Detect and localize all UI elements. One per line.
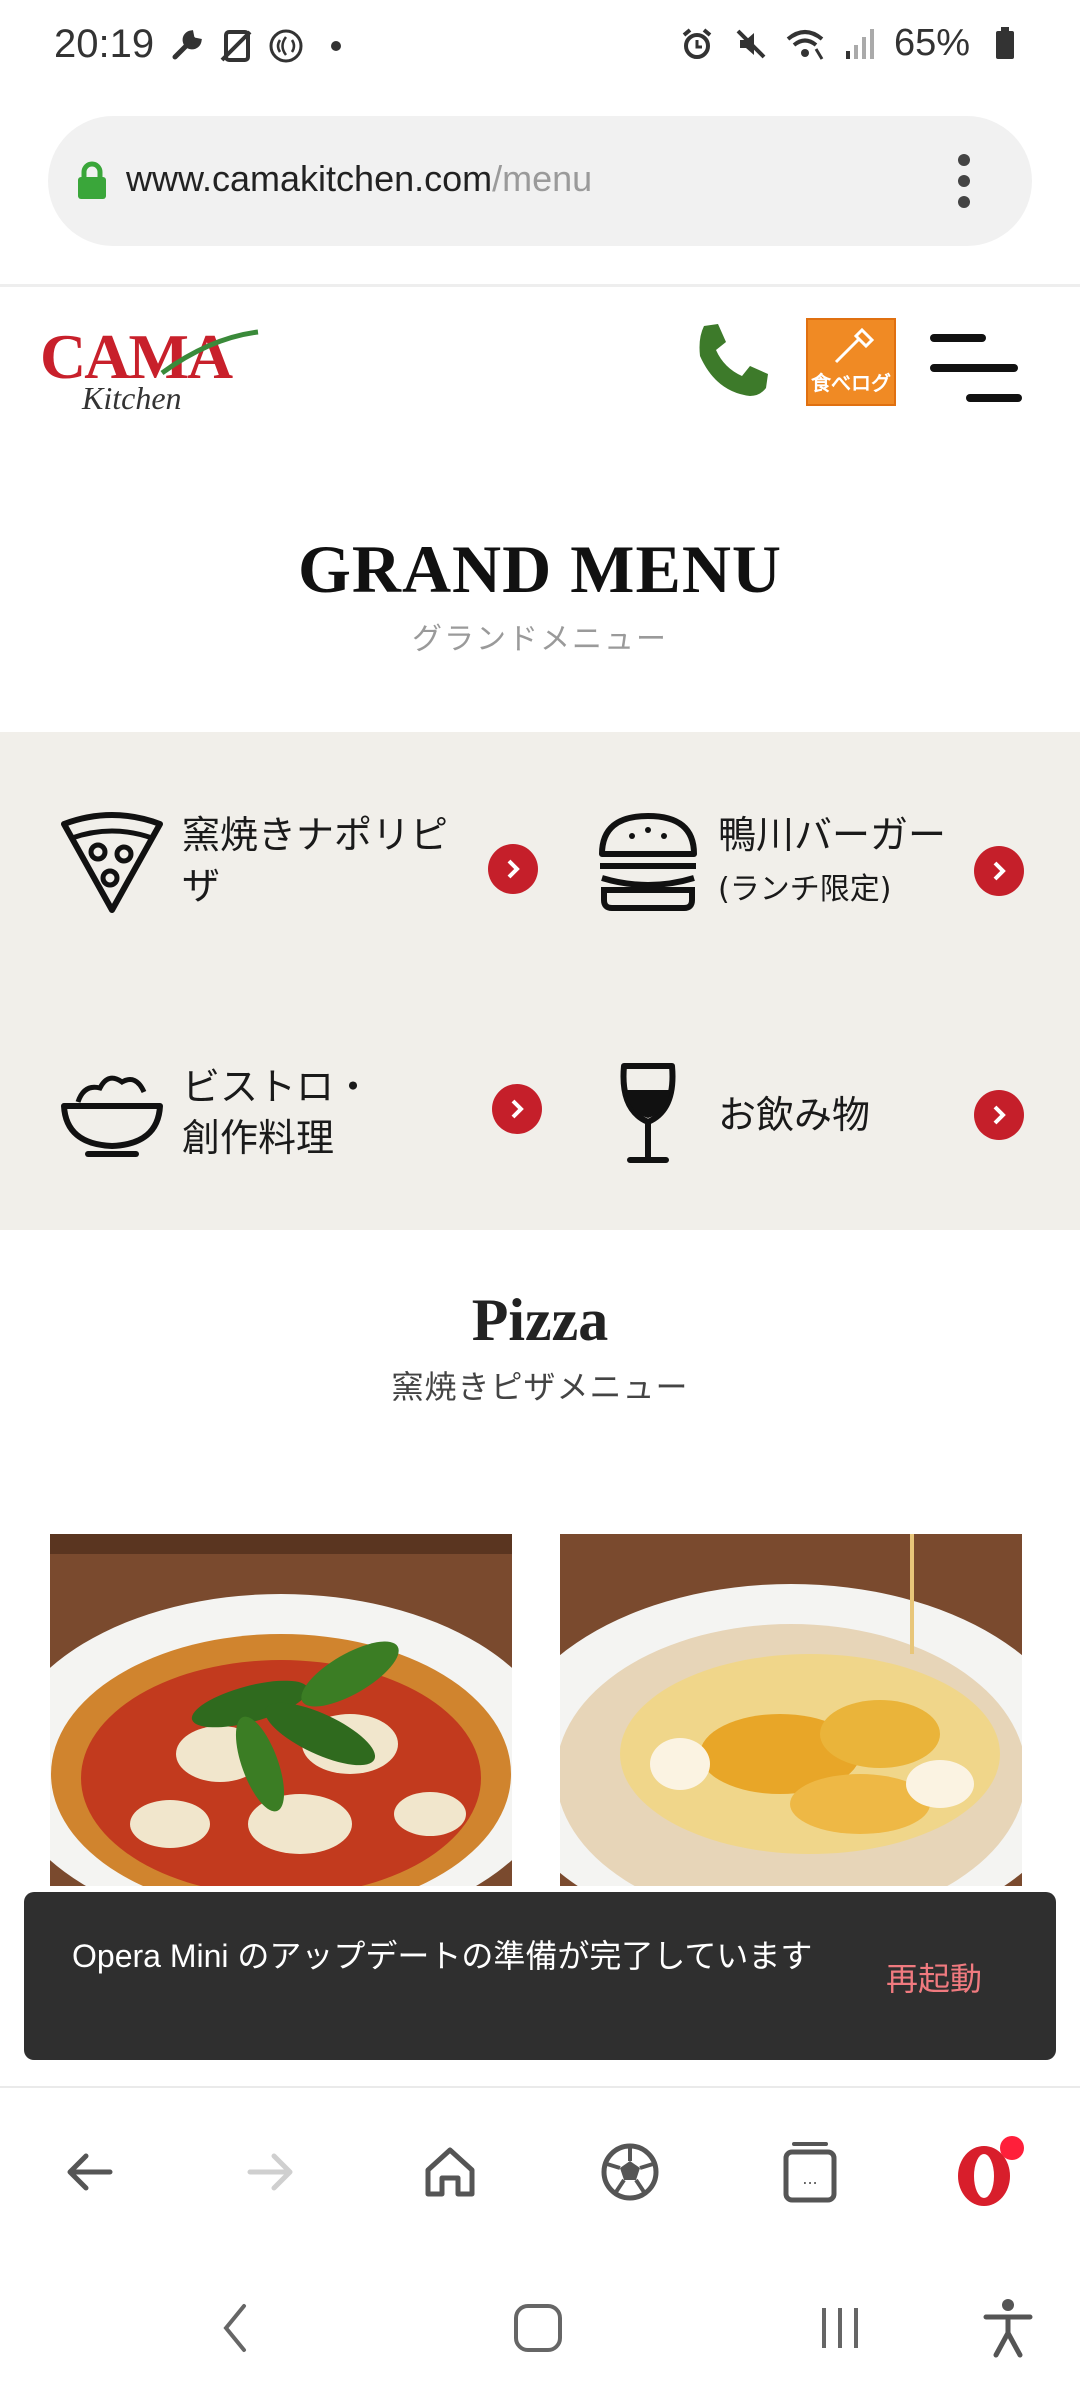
category-drinks[interactable]: お飲み物 <box>594 1040 1080 1200</box>
site-header: CAMA Kitchen 食べログ <box>0 290 1080 440</box>
home-icon[interactable] <box>410 2132 490 2212</box>
signal-icon <box>840 24 878 64</box>
status-left-icons <box>166 26 356 66</box>
nav-back-icon[interactable] <box>196 2288 276 2368</box>
hamburger-menu-icon[interactable] <box>930 330 1022 404</box>
burger-icon <box>599 813 697 911</box>
soccer-ball-icon[interactable] <box>590 2132 670 2212</box>
status-bar: 20:19 65% <box>0 0 1080 100</box>
category-grid: 窯焼きナポリピ ザ 鴨川バーガー (ランチ限定) ビストロ・ 創作料理 お飲み物 <box>0 732 1080 1230</box>
logo[interactable]: CAMA Kitchen <box>40 320 259 420</box>
nav-home-icon[interactable] <box>498 2288 578 2368</box>
back-icon[interactable] <box>50 2132 130 2212</box>
category-burger[interactable]: 鴨川バーガー (ランチ限定) <box>594 788 1080 948</box>
category-label: 鴨川バーガー (ランチ限定) <box>718 813 947 908</box>
battery-percent: 65% <box>893 22 970 64</box>
chevron-right-icon[interactable] <box>488 844 538 894</box>
category-bistro[interactable]: ビストロ・ 創作料理 <box>58 1040 578 1200</box>
mute-icon <box>732 24 770 64</box>
salad-bowl-icon <box>61 1075 163 1157</box>
url-text[interactable]: www.camakitchen.com/menu <box>126 158 592 200</box>
tabelog-label: 食べログ <box>811 371 891 395</box>
logo-kitchen-text: Kitchen <box>82 380 182 416</box>
update-toast: Opera Mini のアップデートの準備が完了しています 再起動 <box>24 1892 1056 2060</box>
page-title: GRAND MENU <box>297 531 783 607</box>
battery-icon <box>986 24 1024 64</box>
alarm-icon <box>678 24 716 64</box>
nfc-icon <box>266 26 306 66</box>
section-title: Pizza <box>471 1287 609 1353</box>
wrench-icon <box>166 26 206 66</box>
logo-swoosh <box>160 329 259 376</box>
tabs-icon[interactable]: ... <box>770 2132 850 2212</box>
phone-button[interactable] <box>690 320 772 402</box>
pizza-quattro-formaggi-image[interactable] <box>560 1534 1022 1886</box>
url-path: /menu <box>492 158 593 199</box>
svg-text:...: ... <box>802 2169 817 2188</box>
url-domain: www.camakitchen.com <box>126 158 493 199</box>
page-subtitle: グランドメニュー <box>412 622 668 657</box>
chevron-right-icon[interactable] <box>974 846 1024 896</box>
status-right-icons: 65% <box>678 22 1024 65</box>
tabelog-button[interactable]: 食べログ <box>806 318 896 406</box>
category-label: 窯焼きナポリピ ザ <box>182 813 449 909</box>
forward-icon[interactable] <box>230 2132 310 2212</box>
lock-icon <box>78 161 106 199</box>
no-sim-icon <box>216 26 256 66</box>
address-bar[interactable]: www.camakitchen.com/menu <box>48 116 1032 246</box>
opera-icon[interactable] <box>950 2132 1030 2212</box>
wifi-icon <box>786 24 824 64</box>
chevron-right-icon[interactable] <box>492 1084 542 1134</box>
restart-button[interactable]: 再起動 <box>886 1954 982 2000</box>
phone-icon <box>699 324 768 396</box>
category-pizza[interactable]: 窯焼きナポリピ ザ <box>58 788 578 948</box>
status-time: 20:19 <box>54 22 155 66</box>
browser-toolbar: ... <box>0 2088 1080 2258</box>
category-label: お飲み物 <box>718 1093 871 1137</box>
pizza-slice-icon <box>61 812 163 913</box>
wine-glass-icon <box>620 1063 676 1163</box>
dot-icon <box>316 26 356 66</box>
more-options-icon[interactable] <box>956 154 972 208</box>
pizza-margherita-image[interactable] <box>50 1534 512 1886</box>
system-nav-bar <box>0 2258 1080 2400</box>
tabelog-icon <box>834 327 875 364</box>
section-subtitle: 窯焼きピザメニュー <box>391 1368 689 1406</box>
divider <box>0 284 1080 287</box>
chevron-right-icon[interactable] <box>974 1090 1024 1140</box>
accessibility-icon[interactable] <box>968 2288 1048 2368</box>
category-label: ビストロ・ 創作料理 <box>182 1065 373 1161</box>
nav-recents-icon[interactable] <box>800 2288 880 2368</box>
toast-message: Opera Mini のアップデートの準備が完了しています <box>72 1938 813 1974</box>
